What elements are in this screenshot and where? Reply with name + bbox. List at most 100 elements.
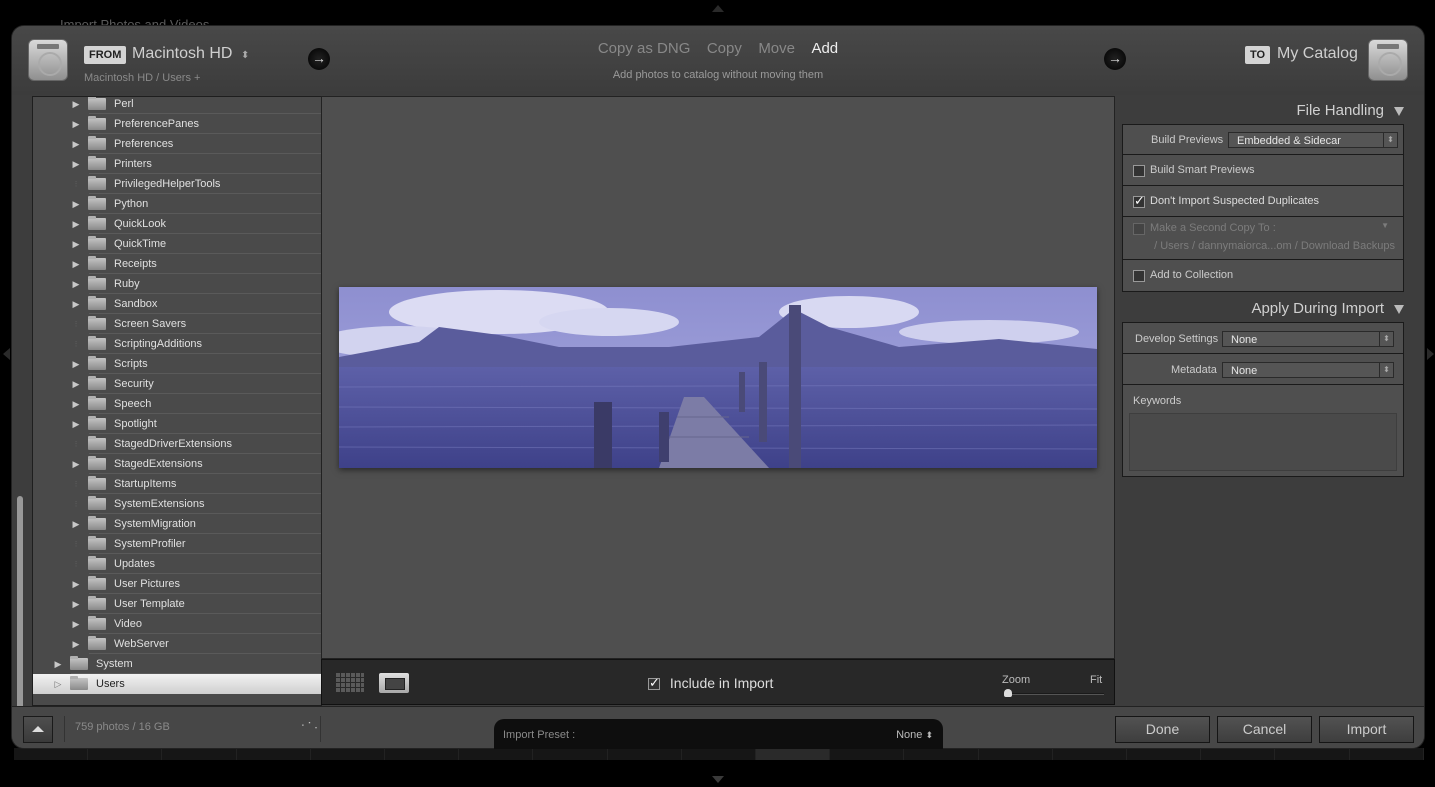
folder-tree-item[interactable]: ▶ Spotlight xyxy=(33,414,321,434)
disclosure-triangle-icon[interactable]: ▶ xyxy=(71,139,81,150)
folder-tree-item[interactable]: ▶ User Template xyxy=(33,594,321,614)
disclosure-triangle-icon[interactable]: ▶ xyxy=(71,579,81,590)
folder-tree-item[interactable]: ▶ WebServer xyxy=(33,634,321,654)
folder-tree-item[interactable]: ⁝ Screen Savers xyxy=(33,314,321,334)
folder-tree-item[interactable]: ▶ Sandbox xyxy=(33,294,321,314)
folder-tree-item[interactable]: ▶ Ruby xyxy=(33,274,321,294)
include-in-import-checkbox[interactable]: Include in Import xyxy=(648,675,773,691)
disclosure-triangle-icon[interactable]: ▶ xyxy=(71,99,81,110)
photo-preview[interactable] xyxy=(339,287,1097,468)
folder-tree-item[interactable]: ▶ Preferences xyxy=(33,134,321,154)
left-panel-toggle-icon[interactable] xyxy=(3,348,10,360)
cancel-button[interactable]: Cancel xyxy=(1217,716,1312,743)
keywords-input[interactable] xyxy=(1129,413,1397,471)
disclosure-triangle-icon[interactable]: ▶ xyxy=(71,279,81,290)
folder-tree-item[interactable]: ▶ System xyxy=(33,654,321,674)
disclosure-triangle-icon[interactable]: ▶ xyxy=(71,419,81,430)
folder-tree-item[interactable]: ⁝ StartupItems xyxy=(33,474,321,494)
folder-tree-item[interactable]: ▶ SystemMigration xyxy=(33,514,321,534)
folder-tree-item[interactable]: ⁝ PrivilegedHelperTools xyxy=(33,174,321,194)
top-panel-toggle-icon[interactable] xyxy=(712,5,724,12)
second-copy-row[interactable]: Make a Second Copy To : ▼ / Users / dann… xyxy=(1123,217,1403,260)
disclosure-triangle-icon[interactable]: ▶ xyxy=(71,519,81,530)
folder-tree-item[interactable]: ⁝ ScriptingAdditions xyxy=(33,334,321,354)
disclosure-triangle-icon[interactable]: ▶ xyxy=(71,399,81,410)
disclosure-triangle-icon[interactable]: ▶ xyxy=(71,459,81,470)
disclosure-triangle-icon[interactable]: ▶ xyxy=(71,239,81,250)
dropdown-arrow-icon[interactable]: ▼ xyxy=(1381,221,1389,230)
mode-copy[interactable]: Copy xyxy=(707,40,742,57)
folder-tree-item[interactable]: ⁝ Updates xyxy=(33,554,321,574)
disclosure-triangle-icon[interactable]: ▶ xyxy=(71,379,81,390)
disclosure-triangle-icon[interactable]: ▶ xyxy=(71,299,81,310)
folder-tree-item[interactable]: ⁝ StagedDriverExtensions xyxy=(33,434,321,454)
add-to-collection-row[interactable]: Add to Collection xyxy=(1123,260,1403,292)
disclosure-triangle-icon[interactable]: ▶ xyxy=(71,219,81,230)
import-preset-value: None xyxy=(896,729,923,741)
zoom-slider-track[interactable] xyxy=(1004,693,1104,695)
file-handling-header[interactable]: File Handling xyxy=(1296,102,1404,119)
file-handling-box: Build Previews Embedded & Sidecar ⬍ Buil… xyxy=(1122,124,1404,292)
folder-label: Video xyxy=(114,618,142,630)
folder-tree-item[interactable]: ▶ Scripts xyxy=(33,354,321,374)
folder-tree-item[interactable]: ▶ Video xyxy=(33,614,321,634)
folder-icon xyxy=(88,97,106,110)
folder-tree-item[interactable]: ▶ Speech xyxy=(33,394,321,414)
folder-label: StagedDriverExtensions xyxy=(114,438,233,450)
folder-tree-item-selected[interactable]: ▷ Users xyxy=(33,674,321,694)
disclosure-triangle-icon[interactable]: ▶ xyxy=(53,659,63,670)
no-children-icon: ⁝ xyxy=(74,558,78,569)
folder-tree-item[interactable]: ▶ Printers xyxy=(33,154,321,174)
build-previews-select[interactable]: Embedded & Sidecar ⬍ xyxy=(1228,132,1398,148)
second-copy-checkbox[interactable] xyxy=(1133,223,1145,235)
add-to-collection-checkbox[interactable] xyxy=(1133,270,1145,282)
folder-tree-item[interactable]: ⁝ SystemProfiler xyxy=(33,534,321,554)
folder-tree-item[interactable]: ⁝ SystemExtensions xyxy=(33,494,321,514)
folder-label: Python xyxy=(114,198,149,210)
folder-tree-item[interactable]: ▶ User Pictures xyxy=(33,574,321,594)
folder-label: SystemProfiler xyxy=(114,538,186,550)
disclosure-triangle-icon[interactable]: ▶ xyxy=(71,359,81,370)
zoom-slider-thumb[interactable] xyxy=(1004,689,1012,697)
folder-tree-item[interactable]: ▶ QuickLook xyxy=(33,214,321,234)
collapse-dialog-button[interactable] xyxy=(23,716,53,743)
build-smart-previews-checkbox[interactable] xyxy=(1133,165,1145,177)
folder-tree-item[interactable]: ▶ Python xyxy=(33,194,321,214)
folder-tree-item[interactable]: ▶ QuickTime xyxy=(33,234,321,254)
folder-icon xyxy=(88,516,106,530)
disclosure-triangle-icon[interactable]: ▶ xyxy=(71,259,81,270)
disclosure-triangle-icon[interactable]: ▶ xyxy=(71,619,81,630)
folder-tree-item[interactable]: ▶ StagedExtensions xyxy=(33,454,321,474)
folder-tree-item[interactable]: ▶ PreferencePanes xyxy=(33,114,321,134)
folder-icon xyxy=(88,156,106,170)
mode-copy-as-dng[interactable]: Copy as DNG xyxy=(598,40,691,57)
disclosure-triangle-icon[interactable]: ▶ xyxy=(71,119,81,130)
develop-settings-select[interactable]: None ⬍ xyxy=(1222,331,1394,347)
metadata-select[interactable]: None ⬍ xyxy=(1222,362,1394,378)
import-preset-selector[interactable]: Import Preset : None ⬍ xyxy=(494,719,943,749)
folder-icon xyxy=(88,456,106,470)
done-button[interactable]: Done xyxy=(1115,716,1210,743)
apply-during-import-header[interactable]: Apply During Import xyxy=(1251,300,1404,317)
disclosure-triangle-icon[interactable]: ▶ xyxy=(71,199,81,210)
loupe-view-icon[interactable] xyxy=(379,673,409,693)
bottom-panel-toggle-icon[interactable] xyxy=(712,776,724,783)
folder-tree-item[interactable]: ▶ Receipts xyxy=(33,254,321,274)
updown-icon: ⬍ xyxy=(1383,133,1397,147)
folder-icon xyxy=(88,596,106,610)
build-smart-previews-row[interactable]: Build Smart Previews xyxy=(1123,155,1403,186)
mode-move[interactable]: Move xyxy=(758,40,795,57)
right-panel-toggle-icon[interactable] xyxy=(1427,348,1434,360)
grid-view-icon[interactable] xyxy=(335,673,364,693)
dont-import-duplicates-row[interactable]: Don't Import Suspected Duplicates xyxy=(1123,186,1403,217)
mode-add[interactable]: Add xyxy=(811,40,838,57)
disclosure-triangle-icon[interactable]: ▶ xyxy=(71,639,81,650)
disclosure-triangle-icon[interactable]: ▷ xyxy=(53,679,63,690)
import-button[interactable]: Import xyxy=(1319,716,1414,743)
folder-tree-item[interactable]: ▶ Security xyxy=(33,374,321,394)
dont-import-duplicates-checkbox[interactable] xyxy=(1133,193,1145,209)
disclosure-triangle-icon[interactable]: ▶ xyxy=(71,599,81,610)
disclosure-triangle-icon[interactable]: ▶ xyxy=(71,159,81,170)
folder-tree-item[interactable]: ▶ Perl xyxy=(33,97,321,114)
folder-tree-scrollbar[interactable] xyxy=(17,496,23,726)
